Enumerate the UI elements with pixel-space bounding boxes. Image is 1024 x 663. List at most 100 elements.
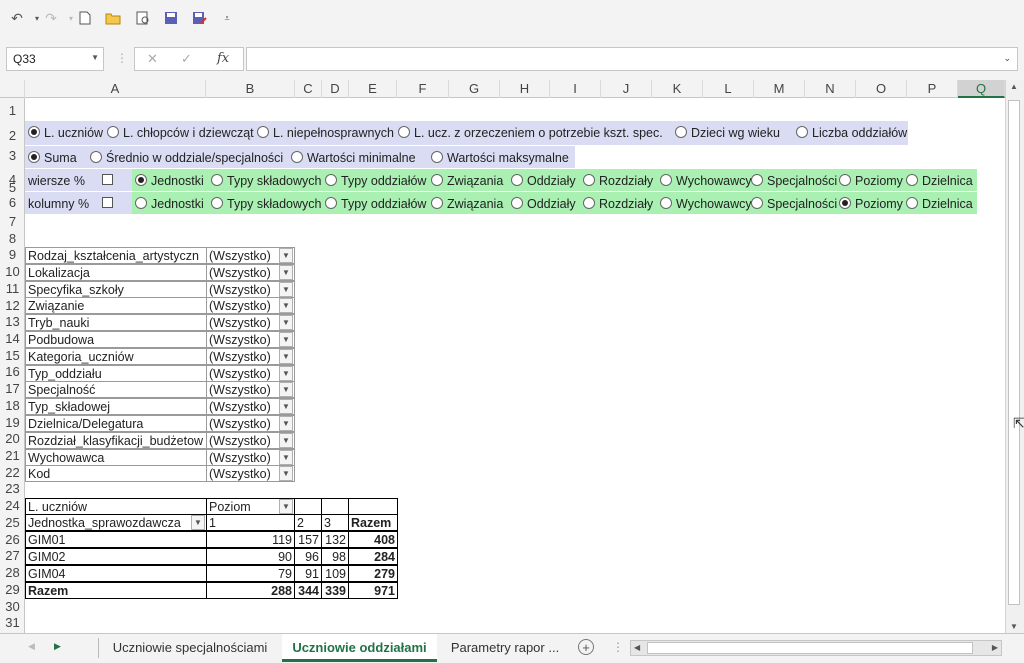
undo-icon[interactable]: ↶: [6, 8, 28, 28]
measure-option[interactable]: L. chłopców i dziewcząt: [107, 126, 254, 140]
row-header[interactable]: 23: [0, 481, 25, 498]
row-header[interactable]: 19: [0, 415, 25, 432]
name-box[interactable]: Q33 ▼: [6, 47, 104, 71]
row-header[interactable]: 7: [0, 214, 25, 231]
row-header[interactable]: 10: [0, 264, 25, 281]
prev-sheet-icon[interactable]: ◀: [28, 641, 35, 652]
row-header[interactable]: 2: [0, 128, 25, 145]
row-header[interactable]: 29: [0, 582, 25, 599]
add-sheet-icon[interactable]: +: [578, 639, 594, 655]
row-header[interactable]: 16: [0, 364, 25, 381]
rows-dim-option[interactable]: Związania: [431, 174, 503, 188]
chevron-down-icon[interactable]: ▼: [279, 432, 293, 448]
chevron-down-icon[interactable]: ▼: [279, 449, 293, 465]
chevron-down-icon[interactable]: ▼: [279, 298, 293, 314]
chevron-down-icon[interactable]: ▼: [279, 382, 293, 398]
chevron-down-icon[interactable]: ▼: [279, 415, 293, 431]
row-header[interactable]: 24: [0, 498, 25, 515]
cols-dim-option[interactable]: Dzielnica: [906, 197, 973, 211]
column-header[interactable]: G: [449, 80, 500, 98]
aggregate-option[interactable]: Średnio w oddziale/specjalności: [90, 151, 283, 165]
measure-option[interactable]: Dzieci wg wieku: [675, 126, 780, 140]
rows-dim-option[interactable]: Jednostki: [135, 174, 204, 188]
tab-splitter-icon[interactable]: ⋮: [612, 640, 624, 654]
chevron-down-icon[interactable]: ▼: [279, 315, 293, 331]
rows-pct-checkbox[interactable]: [102, 174, 113, 185]
row-header[interactable]: 3: [0, 148, 25, 165]
chevron-down-icon[interactable]: ▼: [279, 331, 293, 347]
rows-dim-option[interactable]: Dzielnica: [906, 174, 973, 188]
column-header[interactable]: N: [805, 80, 856, 98]
tab-parametry-raportu[interactable]: Parametry rapor ...: [440, 634, 570, 662]
save-as-icon[interactable]: [188, 8, 210, 28]
row-header[interactable]: 21: [0, 448, 25, 465]
horizontal-scroll-thumb[interactable]: [647, 642, 973, 654]
save-icon[interactable]: [160, 8, 182, 28]
chevron-down-icon[interactable]: ▼: [279, 348, 293, 364]
row-header[interactable]: 22: [0, 465, 25, 482]
chevron-down-icon[interactable]: ▼: [279, 499, 293, 514]
formula-input[interactable]: ⌄: [246, 47, 1018, 71]
measure-option[interactable]: Liczba oddziałów: [796, 126, 907, 140]
scroll-down-icon[interactable]: ▼: [1010, 622, 1018, 631]
row-header[interactable]: 25: [0, 515, 25, 532]
column-header[interactable]: E: [349, 80, 397, 98]
cols-dim-option[interactable]: Jednostki: [135, 197, 204, 211]
measure-option[interactable]: L. niepełnosprawnych: [257, 126, 394, 140]
column-header[interactable]: C: [295, 80, 322, 98]
cols-dim-option[interactable]: Typy oddziałów: [325, 197, 426, 211]
cols-dim-option[interactable]: Specjalności: [751, 197, 837, 211]
row-header[interactable]: 9: [0, 247, 25, 264]
function-icon[interactable]: fx: [217, 51, 229, 66]
next-sheet-icon[interactable]: ▶: [54, 641, 61, 652]
cols-dim-option[interactable]: Związania: [431, 197, 503, 211]
measure-option[interactable]: L. ucz. z orzeczeniem o potrzebie kszt. …: [398, 126, 663, 140]
row-header[interactable]: 6: [0, 195, 25, 212]
column-header[interactable]: K: [652, 80, 703, 98]
cancel-icon[interactable]: ✕: [147, 51, 158, 67]
row-header[interactable]: 11: [0, 281, 25, 298]
chevron-down-icon[interactable]: ▼: [91, 53, 99, 62]
open-folder-icon[interactable]: [102, 8, 124, 28]
tab-uczniowie-specjalnosciami[interactable]: Uczniowie specjalnościami: [102, 634, 278, 662]
column-header[interactable]: L: [703, 80, 754, 98]
row-header[interactable]: 26: [0, 532, 25, 549]
chevron-down-icon[interactable]: ▼: [191, 515, 205, 530]
scroll-left-icon[interactable]: ◀: [634, 643, 640, 652]
row-header[interactable]: 15: [0, 348, 25, 365]
chevron-down-icon[interactable]: ▼: [279, 264, 293, 280]
row-header[interactable]: 31: [0, 615, 25, 632]
column-header[interactable]: M: [754, 80, 805, 98]
rows-dim-option[interactable]: Rozdziały: [583, 174, 653, 188]
scroll-right-icon[interactable]: ▶: [992, 643, 998, 652]
expand-formula-icon[interactable]: ⌄: [1003, 53, 1011, 64]
column-header[interactable]: P: [907, 80, 958, 98]
print-preview-icon[interactable]: [132, 8, 154, 28]
rows-dim-option[interactable]: Oddziały: [511, 174, 576, 188]
cols-dim-option[interactable]: Typy składowych: [211, 197, 321, 211]
chevron-down-icon[interactable]: ▼: [279, 365, 293, 381]
chevron-down-icon[interactable]: ▼: [279, 281, 293, 297]
cols-dim-option[interactable]: Poziomy: [839, 197, 903, 211]
rows-dim-option[interactable]: Typy oddziałów: [325, 174, 426, 188]
formula-bar-splitter-icon[interactable]: ⋮: [116, 51, 128, 65]
row-header[interactable]: 12: [0, 298, 25, 315]
select-all-corner[interactable]: [0, 80, 25, 98]
column-header[interactable]: D: [322, 80, 349, 98]
scroll-up-icon[interactable]: ▲: [1010, 82, 1018, 91]
horizontal-scrollbar[interactable]: ◀ ▶: [630, 640, 1002, 656]
row-header[interactable]: 8: [0, 231, 25, 248]
cols-dim-option[interactable]: Oddziały: [511, 197, 576, 211]
rows-dim-option[interactable]: Poziomy: [839, 174, 903, 188]
chevron-down-icon[interactable]: ▼: [279, 248, 293, 263]
column-header[interactable]: I: [550, 80, 601, 98]
aggregate-option[interactable]: Suma: [28, 151, 77, 165]
column-header[interactable]: H: [500, 80, 550, 98]
aggregate-option[interactable]: Wartości minimalne: [291, 151, 416, 165]
column-header[interactable]: B: [206, 80, 295, 98]
rows-dim-option[interactable]: Typy składowych: [211, 174, 321, 188]
row-header[interactable]: 1: [0, 103, 25, 120]
cols-dim-option[interactable]: Rozdziały: [583, 197, 653, 211]
redo-icon[interactable]: ↷: [40, 8, 62, 28]
row-header[interactable]: 13: [0, 314, 25, 331]
